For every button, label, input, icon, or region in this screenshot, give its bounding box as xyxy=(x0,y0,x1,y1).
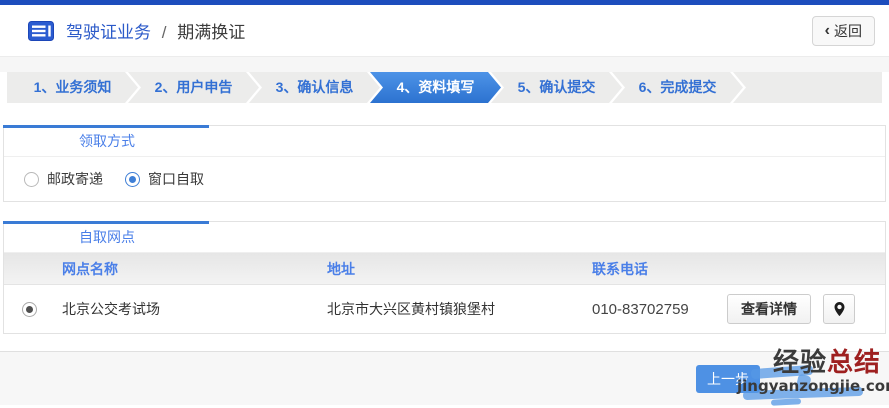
view-details-button[interactable]: 查看详情 xyxy=(727,294,811,324)
header-gap xyxy=(0,57,889,72)
outlet-row-radio-selected[interactable] xyxy=(22,302,37,317)
step-1-business-notice[interactable]: 1、业务须知 xyxy=(7,72,138,103)
radio-option-window-pickup[interactable]: 窗口自取 xyxy=(125,169,204,189)
column-address: 地址 xyxy=(327,259,592,279)
page-title: 驾驶证业务 / 期满换证 xyxy=(66,18,245,43)
pickup-outlets-title: 自取网点 xyxy=(4,222,885,253)
section-accent-line xyxy=(3,221,209,224)
radio-label-postal: 邮政寄递 xyxy=(47,169,103,189)
pickup-outlets-section: 自取网点 网点名称 地址 联系电话 北京公交考试场 北京市大兴区黄村镇狼堡村 0… xyxy=(3,221,886,334)
step-5-confirm-submit[interactable]: 5、确认提交 xyxy=(491,72,622,103)
outlets-table-header: 网点名称 地址 联系电话 xyxy=(4,253,885,285)
watermark-url: jingyanzongjie.com xyxy=(737,377,887,395)
watermark-title-red: 总结 xyxy=(827,347,881,377)
pickup-method-section: 领取方式 邮政寄递 窗口自取 xyxy=(3,125,886,202)
breadcrumb-current: 期满换证 xyxy=(177,23,245,42)
radio-label-window-pickup: 窗口自取 xyxy=(148,169,204,189)
stepbar-filler xyxy=(733,72,882,103)
radio-option-postal[interactable]: 邮政寄递 xyxy=(24,169,103,189)
back-button-label: 返回 xyxy=(834,21,862,41)
outlet-phone: 010-83702759 xyxy=(592,301,727,318)
map-button[interactable] xyxy=(823,294,855,324)
outlet-name: 北京公交考试场 xyxy=(62,299,327,319)
radio-unselected-icon[interactable] xyxy=(24,172,39,187)
chevron-left-icon: ‹ xyxy=(825,23,830,39)
wizard-steps: 1、业务须知 2、用户申告 3、确认信息 4、资料填写 5、确认提交 6、完成提… xyxy=(0,72,889,103)
outlet-table-row: 北京公交考试场 北京市大兴区黄村镇狼堡村 010-83702759 查看详情 xyxy=(4,285,885,333)
back-button[interactable]: ‹ 返回 xyxy=(812,16,875,46)
watermark: 经验总结 jingyanzongjie.com xyxy=(737,349,887,395)
page-header: 驾驶证业务 / 期满换证 ‹ 返回 xyxy=(0,5,889,57)
step-3-confirm-info[interactable]: 3、确认信息 xyxy=(249,72,380,103)
pickup-method-title: 领取方式 xyxy=(4,126,885,157)
location-pin-icon xyxy=(833,301,846,317)
breadcrumb-service[interactable]: 驾驶证业务 xyxy=(66,23,151,42)
step-2-user-declaration[interactable]: 2、用户申告 xyxy=(128,72,259,103)
pickup-method-options: 邮政寄递 窗口自取 xyxy=(4,157,885,201)
column-phone: 联系电话 xyxy=(592,259,727,279)
step-4-fill-materials-active[interactable]: 4、资料填写 xyxy=(370,72,501,103)
outlet-address: 北京市大兴区黄村镇狼堡村 xyxy=(327,299,592,319)
outlet-actions: 查看详情 xyxy=(727,294,885,324)
license-services-icon xyxy=(28,21,54,41)
watermark-title-dark: 经验 xyxy=(773,347,827,377)
step-6-complete-submit[interactable]: 6、完成提交 xyxy=(612,72,743,103)
breadcrumb-separator: / xyxy=(162,23,167,42)
section-accent-line xyxy=(3,125,209,128)
watermark-title: 经验总结 xyxy=(737,349,887,376)
radio-selected-icon[interactable] xyxy=(125,172,140,187)
column-outlet-name: 网点名称 xyxy=(62,259,327,279)
